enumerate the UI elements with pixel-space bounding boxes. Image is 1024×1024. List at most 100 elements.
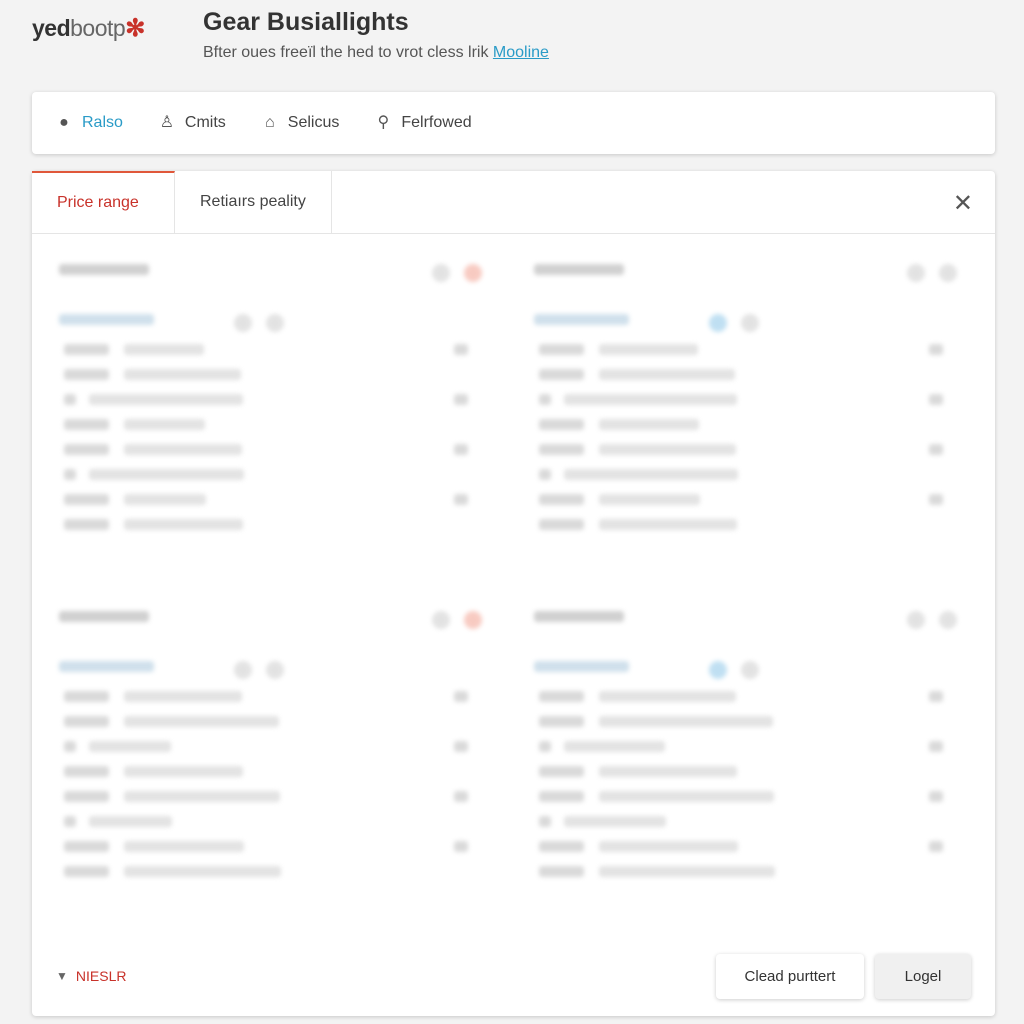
placeholder-bar (432, 264, 450, 282)
placeholder-bar (64, 691, 109, 702)
placeholder-bar (539, 519, 584, 530)
placeholder-bar (64, 344, 109, 355)
placeholder-bar (599, 369, 735, 380)
placeholder-bar (234, 661, 252, 679)
blurred-card (54, 256, 494, 566)
placeholder-bar (534, 314, 629, 325)
subtitle-text: Bfter oues freeïl the hed to vrot cless … (203, 44, 489, 61)
placeholder-bar (599, 716, 773, 727)
nav-item-ralso[interactable]: ● Ralso (54, 113, 123, 133)
placeholder-bar (64, 741, 76, 752)
placeholder-bar (89, 741, 171, 752)
placeholder-bar (929, 444, 943, 455)
nav-label: Felrfowed (401, 114, 472, 131)
placeholder-bar (124, 791, 280, 802)
placeholder-bar (534, 611, 624, 622)
logo-text-light: bootp (70, 15, 126, 41)
placeholder-bar (929, 494, 943, 505)
placeholder-bar (539, 791, 584, 802)
placeholder-bar (599, 494, 700, 505)
placeholder-bar (64, 444, 109, 455)
placeholder-bar (464, 611, 482, 629)
caret-down-icon: ▼ (56, 969, 68, 983)
placeholder-bar (64, 866, 109, 877)
search-icon: ⚲ (377, 114, 390, 131)
nav-label: Ralso (82, 114, 123, 131)
placeholder-bar (534, 264, 624, 275)
placeholder-bar (741, 661, 759, 679)
placeholder-bar (741, 314, 759, 332)
placeholder-bar (266, 314, 284, 332)
nav-item-selicus[interactable]: ⌂ Selicus (260, 113, 340, 133)
blurred-card (529, 603, 969, 913)
blurred-card (529, 256, 969, 566)
placeholder-bar (64, 394, 76, 405)
placeholder-bar (124, 866, 281, 877)
placeholder-bar (64, 419, 109, 430)
placeholder-bar (564, 741, 665, 752)
placeholder-bar (454, 444, 468, 455)
placeholder-bar (124, 519, 243, 530)
placeholder-bar (539, 716, 584, 727)
placeholder-bar (929, 691, 943, 702)
home-icon: ⌂ (264, 114, 275, 131)
placeholder-bar (539, 766, 584, 777)
placeholder-bar (89, 816, 172, 827)
tab-price-range[interactable]: Price range (32, 171, 175, 233)
placeholder-bar (454, 494, 468, 505)
placeholder-bar (124, 691, 242, 702)
placeholder-bar (907, 264, 925, 282)
expand-toggle[interactable]: ▼ NIESLR (56, 968, 126, 984)
placeholder-bar (59, 264, 149, 275)
placeholder-bar (454, 841, 468, 852)
placeholder-bar (59, 661, 154, 672)
placeholder-bar (89, 394, 243, 405)
placeholder-bar (539, 866, 584, 877)
placeholder-bar (64, 494, 109, 505)
page-subtitle: Bfter oues freeïl the hed to vrot cless … (203, 44, 549, 62)
page-title: Gear Busiallights (203, 8, 409, 36)
placeholder-bar (266, 661, 284, 679)
placeholder-bar (454, 394, 468, 405)
placeholder-bar (539, 444, 584, 455)
nav-item-felrfowed[interactable]: ⚲ Felrfowed (373, 113, 472, 133)
tab-retailers-quality[interactable]: Retiaırs peality (175, 171, 332, 233)
placeholder-bar (929, 344, 943, 355)
logo-text-dark: yed (32, 15, 71, 41)
apply-button[interactable]: Clead purttert (716, 954, 864, 999)
nav-label: Selicus (287, 114, 340, 131)
placeholder-bar (564, 394, 737, 405)
placeholder-bar (539, 344, 584, 355)
subtitle-link[interactable]: Mooline (493, 44, 549, 61)
placeholder-bar (709, 314, 727, 332)
placeholder-bar (124, 494, 206, 505)
tab-bar: Price range Retiaırs peality (32, 171, 995, 234)
placeholder-bar (599, 519, 737, 530)
person-icon: ♙ (159, 114, 175, 131)
placeholder-bar (534, 661, 629, 672)
filter-panel: Price range Retiaırs peality ✕ ▼ NIESLR C… (32, 171, 995, 1016)
placeholder-bar (454, 741, 468, 752)
placeholder-bar (599, 791, 774, 802)
secondary-button[interactable]: Logel (875, 954, 971, 999)
placeholder-bar (124, 419, 205, 430)
placeholder-bar (64, 816, 76, 827)
placeholder-bar (539, 816, 551, 827)
burst-icon: ✻ (125, 15, 145, 42)
nav-bar: ● Ralso ♙ Cmits ⌂ Selicus ⚲ Felrfowed (32, 92, 995, 154)
close-icon[interactable]: ✕ (953, 189, 973, 218)
placeholder-bar (64, 519, 109, 530)
nav-item-cmits[interactable]: ♙ Cmits (157, 113, 226, 133)
blurred-card (54, 603, 494, 913)
placeholder-bar (432, 611, 450, 629)
placeholder-bar (599, 841, 738, 852)
placeholder-bar (599, 691, 736, 702)
placeholder-bar (539, 419, 584, 430)
map-pin-icon: ● (59, 114, 69, 131)
placeholder-bar (64, 469, 76, 480)
placeholder-bar (124, 841, 244, 852)
nav-label: Cmits (184, 114, 226, 131)
placeholder-bar (599, 419, 699, 430)
placeholder-bar (564, 816, 666, 827)
logo[interactable]: yedbootp✻ (32, 14, 145, 43)
